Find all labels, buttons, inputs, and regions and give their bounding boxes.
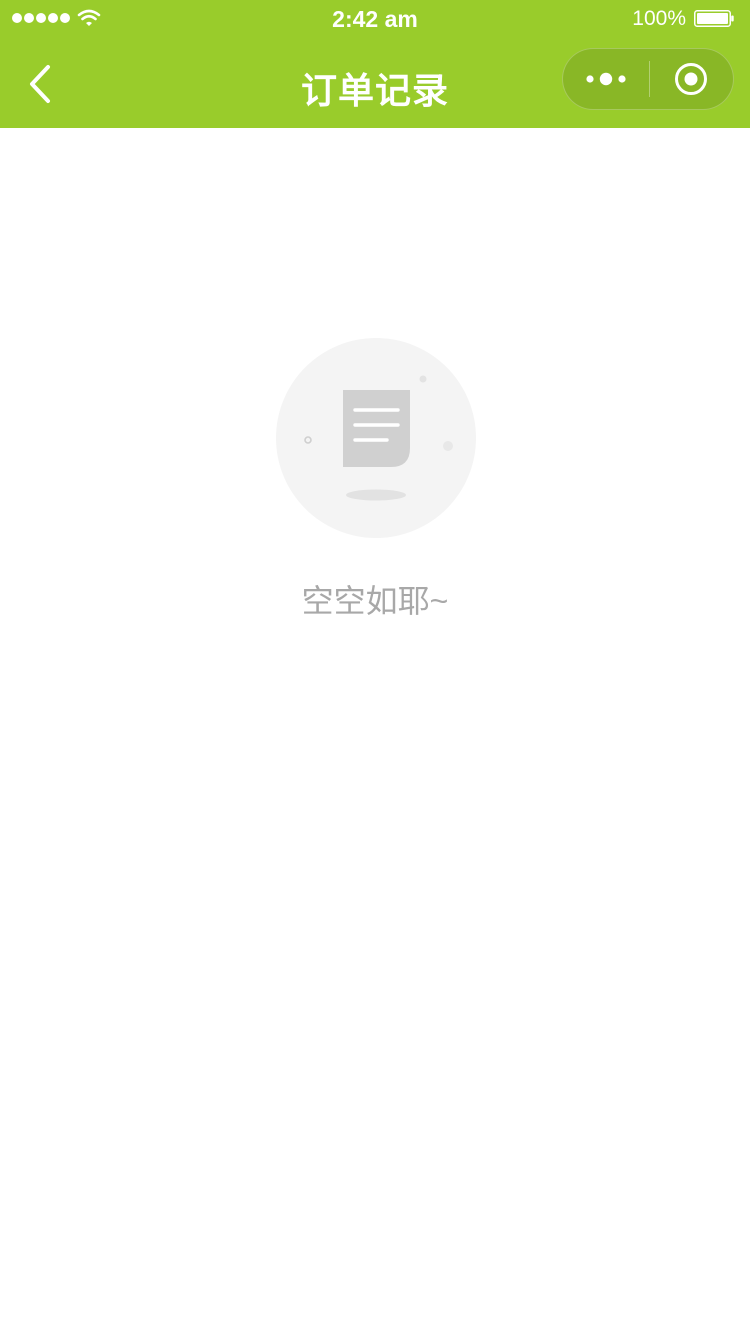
more-dots-icon [586, 72, 626, 86]
battery-icon [694, 10, 734, 27]
empty-document-illustration [276, 338, 476, 538]
document-icon [343, 390, 410, 467]
navigation-bar: 订单记录 [0, 40, 750, 128]
empty-message: 空空如耶~ [301, 583, 449, 619]
target-close-icon [675, 63, 708, 95]
mini-program-capsule [562, 48, 734, 110]
status-bar: 2:42 am 100% [0, 0, 750, 40]
battery-percent: 100% [632, 7, 686, 30]
close-button[interactable] [650, 49, 734, 109]
more-button[interactable] [563, 49, 649, 109]
